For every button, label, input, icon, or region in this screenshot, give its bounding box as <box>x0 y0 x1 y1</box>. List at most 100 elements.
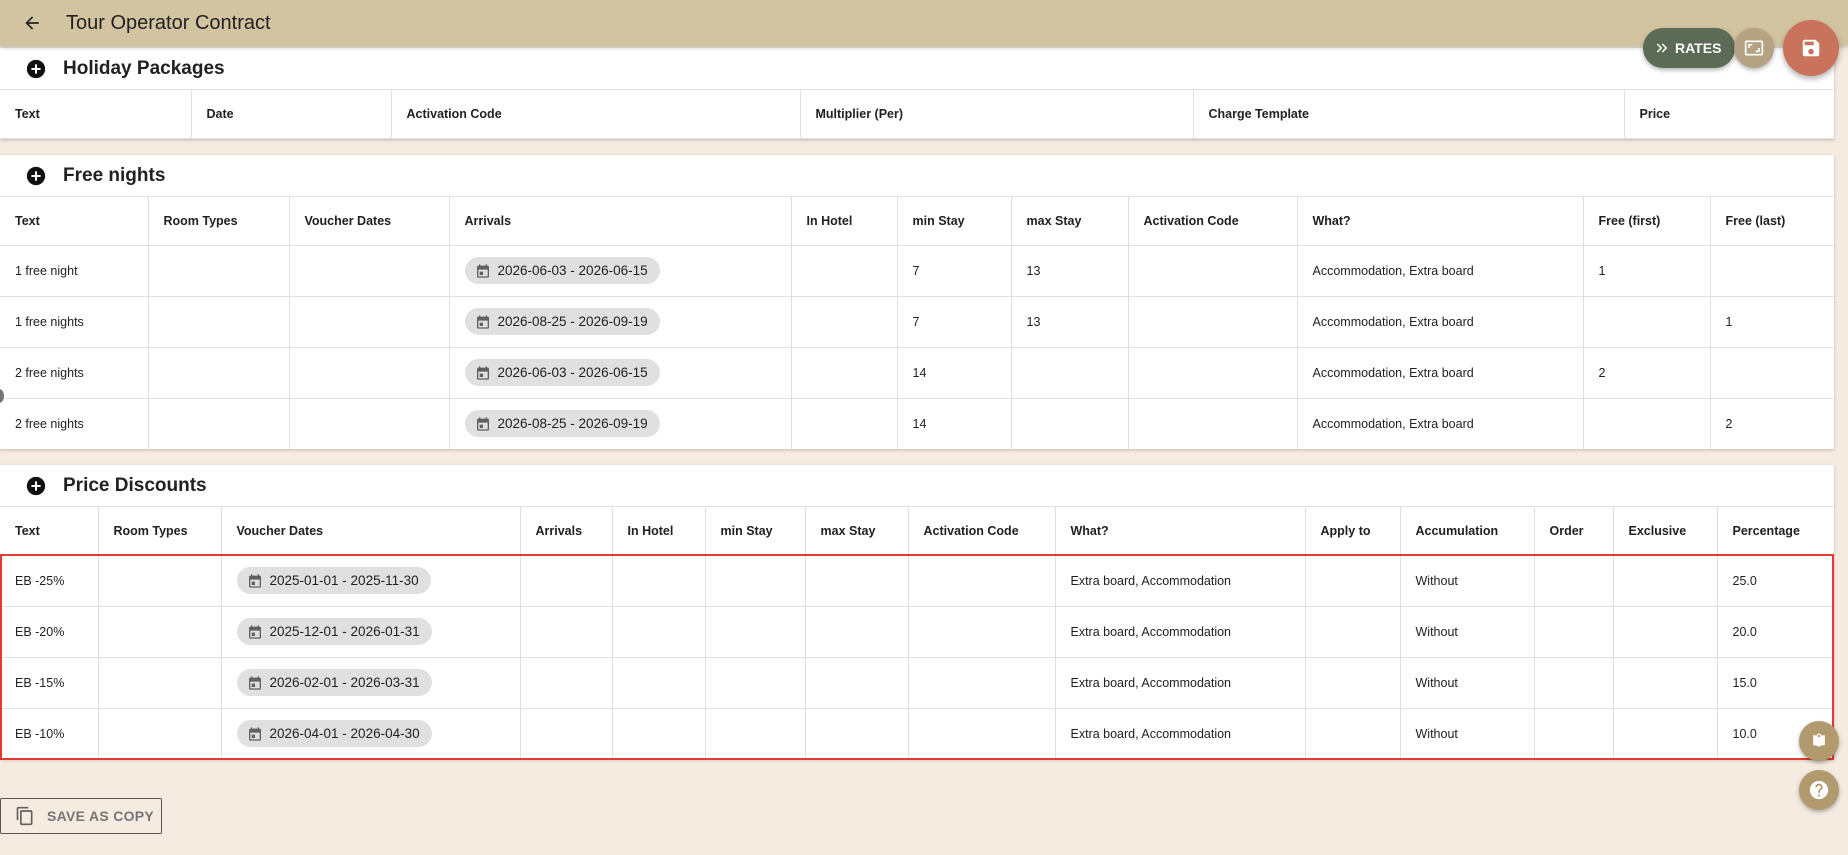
holiday-packages-section: Holiday Packages Text Date Activation Co… <box>0 48 1834 139</box>
price-discounts-table: Text Room Types Voucher Dates Arrivals I… <box>0 507 1834 759</box>
cell-text: 2 free nights <box>0 347 149 399</box>
column-header[interactable]: In Hotel <box>791 197 898 246</box>
fullscreen-button[interactable] <box>1734 28 1774 68</box>
cell-order <box>1534 555 1614 607</box>
add-holiday-package-button[interactable] <box>25 58 47 80</box>
cell-activation-code <box>1128 347 1298 399</box>
cell-order <box>1534 708 1614 759</box>
date-range-chip[interactable]: 2025-12-01 - 2026-01-31 <box>236 618 432 645</box>
add-free-night-button[interactable] <box>25 165 47 187</box>
date-range-chip[interactable]: 2026-06-03 - 2026-06-15 <box>464 257 660 284</box>
cell-voucher-dates <box>289 245 450 297</box>
column-header[interactable]: Room Types <box>98 507 222 556</box>
save-as-copy-label: SAVE AS COPY <box>47 808 155 824</box>
cell-what: Extra board, Accommodation <box>1055 657 1306 709</box>
column-header[interactable]: Voucher Dates <box>221 507 521 556</box>
cell-accumulation: Without <box>1400 555 1535 607</box>
column-header[interactable]: Text <box>0 197 149 246</box>
date-range-label: 2026-06-03 - 2026-06-15 <box>497 365 648 380</box>
column-header[interactable]: Apply to <box>1305 507 1401 556</box>
cell-room-types <box>148 398 290 449</box>
guide-button[interactable] <box>1799 721 1839 761</box>
column-header[interactable]: min Stay <box>897 197 1012 246</box>
back-button[interactable] <box>12 3 52 43</box>
column-header[interactable]: min Stay <box>705 507 806 556</box>
save-as-copy-button[interactable]: SAVE AS COPY <box>0 798 162 834</box>
cell-free-first: 1 <box>1583 245 1711 297</box>
cell-apply-to <box>1305 708 1401 759</box>
save-button[interactable] <box>1783 20 1839 76</box>
column-header[interactable]: Activation Code <box>1128 197 1298 246</box>
add-price-discount-button[interactable] <box>25 475 47 497</box>
column-header[interactable]: What? <box>1055 507 1306 556</box>
date-range-chip[interactable]: 2026-02-01 - 2026-03-31 <box>236 669 432 696</box>
column-header[interactable]: max Stay <box>805 507 909 556</box>
table-row[interactable]: EB -10% 2026-04-01 - 2026-04-30 Extra bo… <box>0 708 1834 759</box>
cell-free-first <box>1583 296 1711 348</box>
cell-in-hotel <box>791 245 898 297</box>
table-row[interactable]: EB -25% 2025-01-01 - 2025-11-30 Extra bo… <box>0 555 1834 607</box>
date-range-chip[interactable]: 2026-06-03 - 2026-06-15 <box>464 359 660 386</box>
date-range-chip[interactable]: 2026-08-25 - 2026-09-19 <box>464 410 660 438</box>
column-header[interactable]: Text <box>0 90 192 139</box>
help-button[interactable] <box>1799 770 1839 810</box>
cell-min-stay <box>705 555 806 607</box>
column-header[interactable]: Activation Code <box>908 507 1056 556</box>
column-header[interactable]: Order <box>1534 507 1614 556</box>
column-header[interactable]: Date <box>191 90 392 139</box>
page-title: Tour Operator Contract <box>66 11 271 34</box>
cell-what: Accommodation, Extra board <box>1297 347 1584 399</box>
column-header[interactable]: Multiplier (Per) <box>800 90 1194 139</box>
cell-apply-to <box>1305 657 1401 709</box>
table-row[interactable]: EB -20% 2025-12-01 - 2026-01-31 Extra bo… <box>0 606 1834 658</box>
column-header[interactable]: Price <box>1624 90 1834 139</box>
cell-arrivals <box>520 708 613 759</box>
cell-room-types <box>98 708 222 759</box>
column-header[interactable]: Voucher Dates <box>289 197 450 246</box>
cell-what: Accommodation, Extra board <box>1297 296 1584 348</box>
column-header[interactable]: max Stay <box>1011 197 1129 246</box>
date-range-chip[interactable]: 2026-08-25 - 2026-09-19 <box>464 308 660 335</box>
date-range-chip[interactable]: 2026-04-01 - 2026-04-30 <box>236 720 432 748</box>
column-header[interactable]: Free (last) <box>1710 197 1834 246</box>
calendar-icon <box>476 365 489 380</box>
column-header[interactable]: Exclusive <box>1613 507 1718 556</box>
column-header[interactable]: Charge Template <box>1193 90 1625 139</box>
add-circle-icon <box>26 476 46 495</box>
cell-in-hotel <box>612 555 706 607</box>
price-discounts-header: Price Discounts <box>0 465 1834 507</box>
table-row[interactable]: EB -15% 2026-02-01 - 2026-03-31 Extra bo… <box>0 657 1834 709</box>
column-header[interactable]: Text <box>0 507 99 556</box>
cell-what: Accommodation, Extra board <box>1297 245 1584 297</box>
calendar-icon <box>248 727 261 741</box>
column-header[interactable]: What? <box>1297 197 1584 246</box>
cell-max-stay <box>805 657 909 709</box>
column-header[interactable]: In Hotel <box>612 507 706 556</box>
date-range-chip[interactable]: 2025-01-01 - 2025-11-30 <box>236 567 431 594</box>
rates-button[interactable]: RATES <box>1643 28 1736 68</box>
table-row[interactable]: 1 free nights 2026-08-25 - 2026-09-19 7 … <box>0 296 1834 348</box>
double-chevron-right-icon <box>1656 43 1668 53</box>
table-row[interactable]: 2 free nights 2026-06-03 - 2026-06-15 14… <box>0 347 1834 399</box>
cell-room-types <box>148 296 290 348</box>
cell-max-stay <box>805 708 909 759</box>
table-row[interactable]: 2 free nights 2026-08-25 - 2026-09-19 14… <box>0 398 1834 449</box>
cell-in-hotel <box>791 398 898 449</box>
copy-icon <box>16 806 33 826</box>
column-header[interactable]: Activation Code <box>391 90 801 139</box>
column-header[interactable]: Free (first) <box>1583 197 1711 246</box>
calendar-icon <box>476 263 489 278</box>
cell-text: EB -15% <box>0 657 99 709</box>
cell-voucher-dates: 2025-12-01 - 2026-01-31 <box>221 606 521 658</box>
column-header[interactable]: Arrivals <box>449 197 792 246</box>
column-header[interactable]: Percentage <box>1717 507 1834 556</box>
column-header[interactable]: Accumulation <box>1400 507 1535 556</box>
cell-min-stay <box>705 657 806 709</box>
column-header[interactable]: Room Types <box>148 197 290 246</box>
cell-in-hotel <box>791 347 898 399</box>
free-nights-section: Free nights Text Room Types Voucher Date… <box>0 155 1834 449</box>
cell-activation-code <box>1128 398 1298 449</box>
table-row[interactable]: 1 free night 2026-06-03 - 2026-06-15 7 1… <box>0 245 1834 297</box>
cell-room-types <box>98 606 222 658</box>
column-header[interactable]: Arrivals <box>520 507 613 556</box>
